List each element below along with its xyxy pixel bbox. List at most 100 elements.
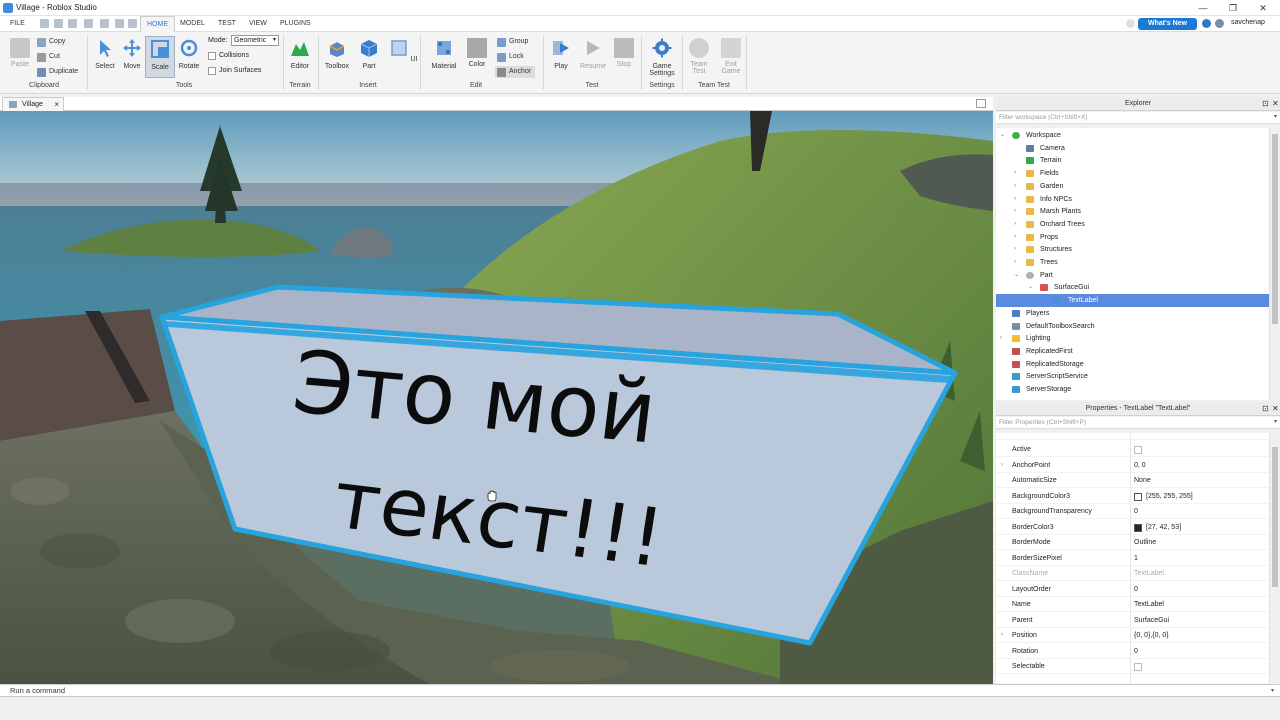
property-value[interactable]: 0 (1134, 644, 1138, 659)
command-bar[interactable]: Run a command ▾ (0, 684, 1280, 697)
material-button[interactable]: Material (429, 36, 459, 78)
property-row[interactable]: BackgroundTransparency 0 (996, 504, 1270, 519)
property-row[interactable]: Name TextLabel (996, 597, 1270, 612)
move-button[interactable]: Move (117, 36, 147, 78)
property-value[interactable]: {0, 0},{0, 0} (1134, 628, 1169, 643)
property-value[interactable]: TextLabel (1134, 566, 1164, 581)
menu-file[interactable]: FILE (4, 16, 31, 32)
help-icon[interactable] (1202, 19, 1211, 28)
property-row[interactable]: Selectable (996, 659, 1270, 674)
property-row[interactable]: ClassName TextLabel (996, 566, 1270, 581)
explorer-item[interactable]: ⌄ Part (996, 269, 1270, 282)
publish-icon[interactable] (68, 19, 77, 28)
collisions-checkbox[interactable] (208, 52, 216, 60)
property-row[interactable]: BackgroundColor3 [255, 255, 255] (996, 489, 1270, 504)
collapsed-arrow-icon[interactable]: › (1014, 180, 1016, 193)
explorer-scroll-thumb[interactable] (1272, 134, 1278, 324)
resume-button[interactable]: Resume (578, 36, 608, 78)
color-swatch[interactable] (1134, 492, 1142, 501)
explorer-filter-input[interactable]: Filter workspace (Ctrl+Shift+X) ▾ (996, 112, 1280, 124)
tab-model[interactable]: MODEL (174, 16, 211, 32)
explorer-item[interactable]: › Fields (996, 167, 1270, 180)
terrain-editor-button[interactable]: Editor (285, 36, 315, 78)
expanded-arrow-icon[interactable]: ⌄ (1000, 129, 1005, 142)
properties-filter-input[interactable]: Filter Properties (Ctrl+Shift+P) ▾ (996, 417, 1280, 429)
explorer-item[interactable]: ⌄ Workspace (996, 129, 1270, 142)
scale-button[interactable]: Scale (145, 36, 175, 78)
duplicate-button[interactable]: Duplicate (37, 66, 78, 78)
mode-dropdown[interactable]: Geometric ▾ (231, 35, 279, 46)
property-value[interactable]: [255, 255, 255] (1146, 489, 1193, 504)
properties-close-icon[interactable]: ✕ (1272, 402, 1279, 415)
tab-test[interactable]: TEST (212, 16, 242, 32)
property-value[interactable]: 0, 0 (1134, 458, 1146, 473)
property-value[interactable]: None (1134, 473, 1151, 488)
property-value[interactable]: TextLabel (1134, 597, 1164, 612)
explorer-close-icon[interactable]: ✕ (1272, 97, 1279, 110)
property-row[interactable]: › AnchorPoint 0, 0 (996, 458, 1270, 473)
new-file-icon[interactable] (40, 19, 49, 28)
cut-button[interactable]: Cut (37, 51, 60, 63)
explorer-item[interactable]: › Lighting (996, 332, 1270, 345)
exit-game-button[interactable]: Exit Game (716, 36, 746, 78)
undo-icon[interactable] (115, 19, 124, 28)
explorer-item[interactable]: › Structures (996, 243, 1270, 256)
collapsed-arrow-icon[interactable]: › (1000, 332, 1002, 345)
rotate-button[interactable]: Rotate (174, 36, 204, 78)
insert-part-button[interactable]: Part (354, 36, 384, 78)
explorer-item[interactable]: ReplicatedFirst (996, 345, 1270, 358)
collapsed-arrow-icon[interactable]: › (1014, 167, 1016, 180)
lock-button[interactable]: Lock (497, 51, 524, 63)
property-row[interactable]: BorderSizePixel 1 (996, 551, 1270, 566)
property-checkbox[interactable] (1134, 446, 1142, 454)
property-row[interactable]: › Position {0, 0},{0, 0} (996, 628, 1270, 643)
expanded-arrow-icon[interactable]: ⌄ (1028, 281, 1033, 294)
game-settings-button[interactable]: Game Settings (646, 36, 678, 78)
dock-icon[interactable]: ⊡ (1262, 97, 1269, 110)
explorer-item[interactable]: › Orchard Trees (996, 218, 1270, 231)
close-button[interactable]: ✕ (1248, 1, 1278, 15)
property-row[interactable]: BorderMode Outline (996, 535, 1270, 550)
collapsed-arrow-icon[interactable]: › (1014, 243, 1016, 256)
close-tab-icon[interactable]: × (54, 98, 59, 111)
explorer-item[interactable]: › Info NPCs (996, 193, 1270, 206)
copy-button[interactable]: Copy (37, 36, 65, 48)
explorer-item[interactable]: Camera (996, 142, 1270, 155)
property-row[interactable]: Parent SurfaceGui (996, 613, 1270, 628)
property-row[interactable]: Active (996, 442, 1270, 457)
property-value[interactable]: [27, 42, 53] (1146, 520, 1181, 535)
property-checkbox[interactable] (1134, 663, 1142, 671)
paste-button[interactable]: Paste (5, 36, 35, 78)
expand-arrow-icon[interactable]: › (1001, 628, 1003, 643)
explorer-item[interactable]: › Trees (996, 256, 1270, 269)
property-value[interactable]: SurfaceGui (1134, 613, 1169, 628)
whats-new-button[interactable]: What's New (1138, 18, 1197, 30)
property-row[interactable]: LayoutOrder 0 (996, 582, 1270, 597)
expanded-arrow-icon[interactable]: ⌄ (1014, 269, 1019, 282)
color-swatch[interactable] (1134, 523, 1142, 532)
insert-ui-button[interactable]: UI (388, 36, 418, 78)
maximize-button[interactable]: ❐ (1218, 1, 1248, 15)
select-button[interactable]: Select (90, 36, 120, 78)
tab-village[interactable]: Village × (2, 97, 64, 111)
explorer-item[interactable]: Players (996, 307, 1270, 320)
stop-icon[interactable] (100, 19, 109, 28)
property-value[interactable]: 1 (1134, 551, 1138, 566)
group-button[interactable]: Group (497, 36, 528, 48)
open-file-icon[interactable] (54, 19, 63, 28)
explorer-item[interactable]: › Garden (996, 180, 1270, 193)
property-value[interactable]: 0 (1134, 582, 1138, 597)
chevron-down-icon[interactable]: ▾ (1274, 112, 1277, 123)
property-row[interactable]: Rotation 0 (996, 644, 1270, 659)
explorer-item[interactable]: ⌄ SurfaceGui (996, 281, 1270, 294)
explorer-scrollbar[interactable] (1269, 128, 1279, 400)
collapsed-arrow-icon[interactable]: › (1014, 231, 1016, 244)
3d-viewport[interactable]: Это мой текст!!! (0, 111, 993, 684)
explorer-item[interactable]: DefaultToolboxSearch (996, 320, 1270, 333)
explorer-item[interactable]: TextLabel (996, 294, 1270, 308)
tab-home[interactable]: HOME (140, 16, 175, 32)
collapsed-arrow-icon[interactable]: › (1014, 193, 1016, 206)
anchor-button[interactable]: Anchor (495, 66, 536, 78)
notifications-icon[interactable] (1126, 19, 1135, 28)
collapsed-arrow-icon[interactable]: › (1014, 205, 1016, 218)
